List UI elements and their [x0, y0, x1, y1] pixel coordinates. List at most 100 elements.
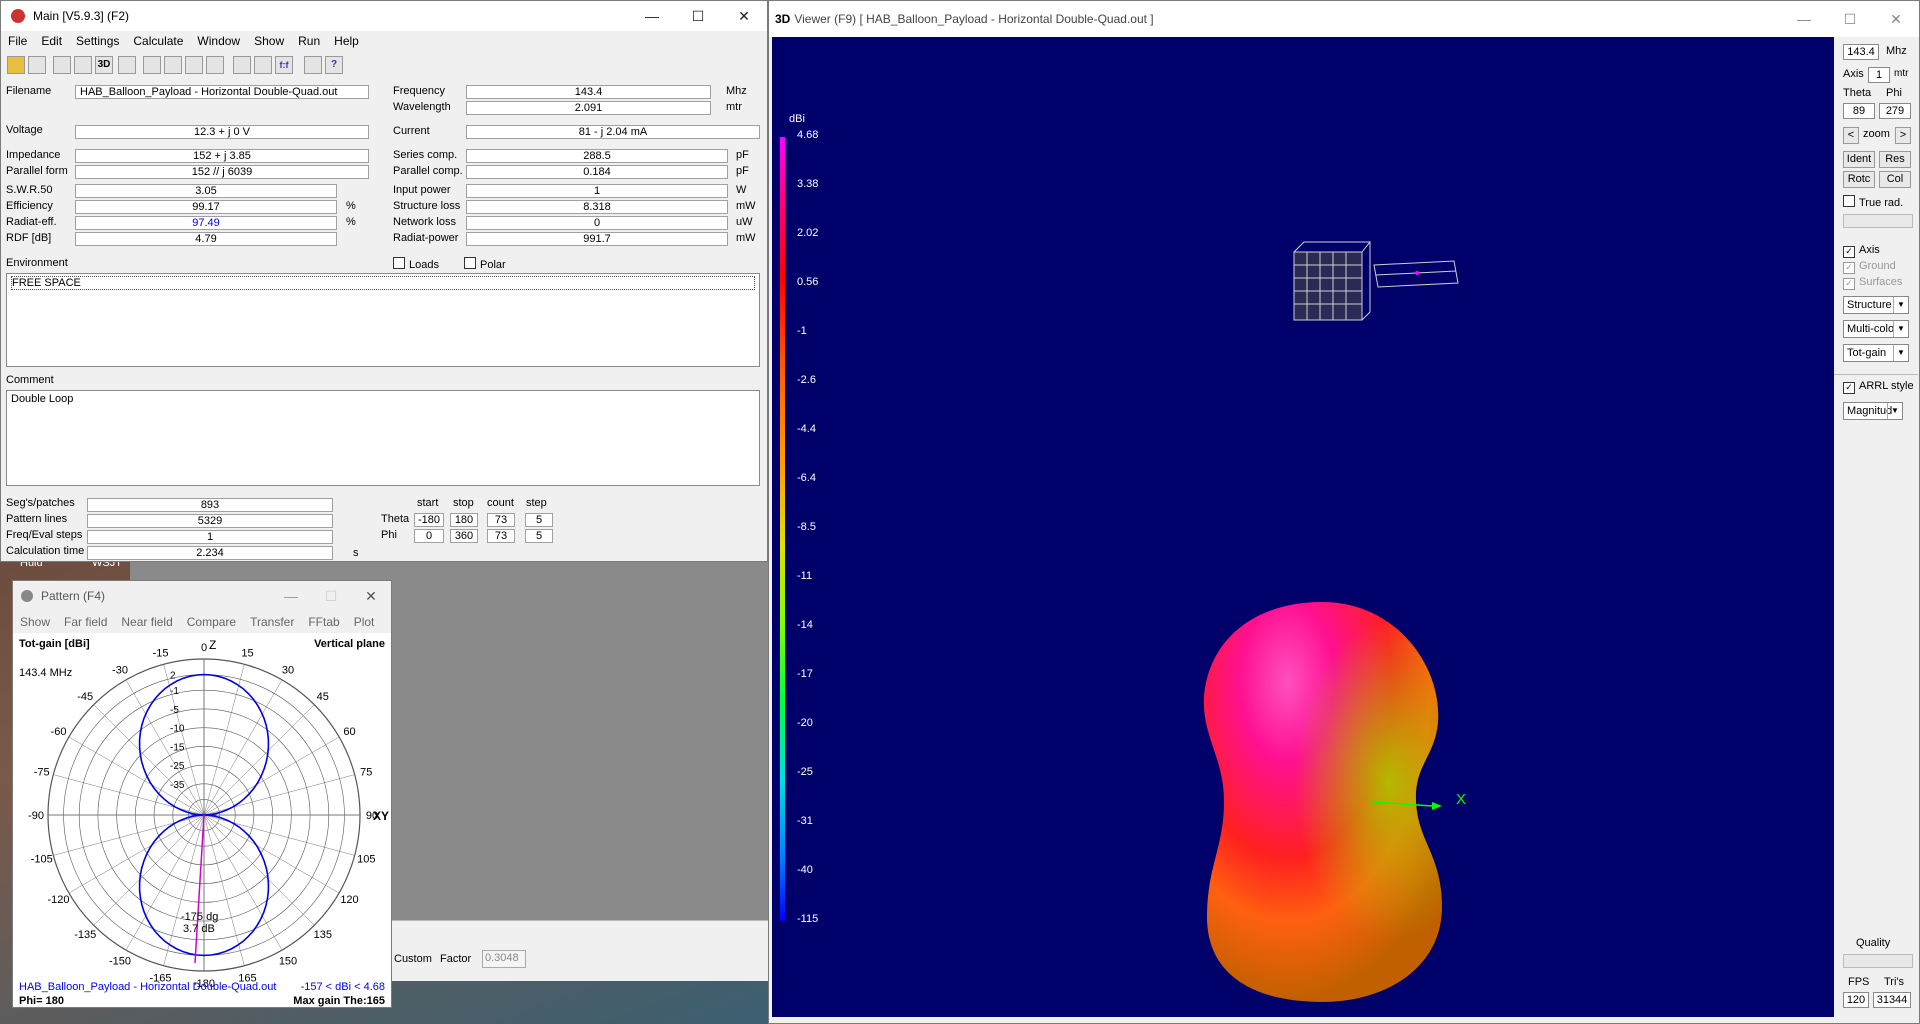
wavelength-field[interactable]: 2.091 — [466, 101, 711, 115]
gain-type-select[interactable]: Tot-gain ▼ — [1843, 344, 1909, 362]
true-rad-checkbox[interactable]: True rad. — [1843, 195, 1903, 209]
segs-field[interactable]: 893 — [87, 498, 333, 512]
help-icon[interactable]: ? — [325, 56, 343, 74]
copy-icon[interactable] — [28, 56, 46, 74]
viewer-close-button[interactable]: ✕ — [1873, 4, 1919, 34]
menu-window[interactable]: Window — [190, 34, 247, 48]
viewer-3d-canvas[interactable]: dBi 4.68 3.38 2.02 0.56 -1 -2.6 -4.4 -6.4 -8.5 -1… — [772, 37, 1834, 1017]
maximize-button[interactable]: ☐ — [675, 1, 721, 31]
frequency-icon[interactable]: f:f — [275, 56, 293, 74]
viewer-minimize-button[interactable]: — — [1781, 4, 1827, 34]
radiation-icon[interactable] — [185, 56, 203, 74]
input-power-field[interactable]: 1 — [466, 184, 728, 198]
phi-start-input[interactable]: 0 — [414, 529, 444, 543]
pattern-menu-near-field[interactable]: Near field — [114, 615, 179, 629]
zoom-out-button[interactable]: < — [1843, 127, 1859, 144]
swr-field[interactable]: 3.05 — [75, 184, 337, 198]
viewer-axis-label: Axis — [1843, 68, 1864, 80]
near-field-icon[interactable] — [164, 56, 182, 74]
edit-geometry-icon[interactable] — [53, 56, 71, 74]
rdf-field[interactable]: 4.79 — [75, 232, 337, 246]
radiat-power-field[interactable]: 991.7 — [466, 232, 728, 246]
pattern-menu-fftab[interactable]: FFtab — [301, 615, 346, 629]
voltage-field[interactable]: 12.3 + j 0 V — [75, 125, 369, 139]
viewer-phi-input[interactable]: 279 — [1879, 103, 1911, 119]
axis-checkbox[interactable]: ✓ Axis — [1843, 244, 1880, 258]
settings-icon[interactable] — [206, 56, 224, 74]
menu-run[interactable]: Run — [291, 34, 327, 48]
calc-time-field[interactable]: 2.234 — [87, 546, 333, 560]
pattern-icon[interactable] — [74, 56, 92, 74]
theta-stop-input[interactable]: 180 — [450, 513, 478, 527]
menu-calculate[interactable]: Calculate — [126, 34, 190, 48]
phi-step-input[interactable]: 5 — [525, 529, 553, 543]
menu-edit[interactable]: Edit — [34, 34, 69, 48]
theta-count-input[interactable]: 73 — [487, 513, 515, 527]
network-loss-field[interactable]: 0 — [466, 216, 728, 230]
frequency-field[interactable]: 143.4 — [466, 85, 711, 99]
minimize-button[interactable]: — — [629, 1, 675, 31]
theta-step-input[interactable]: 5 — [525, 513, 553, 527]
filename-field[interactable]: HAB_Balloon_Payload - Horizontal Double-… — [75, 85, 369, 99]
pattern-menu-plot[interactable]: Plot — [347, 615, 382, 629]
efficiency-field[interactable]: 99.17 — [75, 200, 337, 214]
viewer-theta-input[interactable]: 89 — [1843, 103, 1875, 119]
scale-label: -8.5 — [797, 521, 816, 533]
pattern-menu-far-field[interactable]: Far field — [57, 615, 114, 629]
comment-textarea[interactable]: Double Loop — [6, 390, 760, 486]
arrl-style-checkbox[interactable]: ✓ ARRL style — [1843, 380, 1914, 394]
quality-slider[interactable] — [1843, 954, 1913, 968]
ground-checkbox[interactable]: ✓ Ground — [1843, 260, 1896, 274]
radiat-eff-field[interactable]: 97.49 — [75, 216, 337, 230]
menu-show[interactable]: Show — [247, 34, 291, 48]
res-button[interactable]: Res — [1879, 151, 1911, 168]
viewer-maximize-button[interactable]: ☐ — [1827, 4, 1873, 34]
loads-checkbox[interactable]: Loads — [393, 257, 439, 271]
environment-textarea[interactable]: FREE SPACE — [6, 273, 760, 367]
polar-checkbox[interactable]: Polar — [464, 257, 506, 271]
series-comp-field[interactable]: 288.5 — [466, 149, 728, 163]
parallel-comp-field[interactable]: 0.184 — [466, 165, 728, 179]
current-field[interactable]: 81 - j 2.04 mA — [466, 125, 760, 139]
true-rad-slider[interactable] — [1843, 214, 1913, 228]
pattern-menu-transfer[interactable]: Transfer — [243, 615, 301, 629]
ground-chk-label: Ground — [1859, 260, 1896, 272]
open-file-icon[interactable] — [7, 56, 25, 74]
chart-icon[interactable] — [118, 56, 136, 74]
zoom-in-button[interactable]: > — [1895, 127, 1911, 144]
col-button[interactable]: Col — [1879, 171, 1911, 188]
print-icon[interactable] — [304, 56, 322, 74]
polar-plot[interactable]: 0 153045607590105120135150165-180-165-150… — [13, 633, 391, 1007]
close-button[interactable]: ✕ — [721, 1, 767, 31]
pattern-menu-compare[interactable]: Compare — [180, 615, 243, 629]
freq-steps-field[interactable]: 1 — [87, 530, 333, 544]
pattern-menu-show[interactable]: Show — [13, 615, 57, 629]
impedance-field[interactable]: 152 + j 3.85 — [75, 149, 369, 163]
menu-settings[interactable]: Settings — [69, 34, 126, 48]
structure-select[interactable]: Structure ▼ — [1843, 296, 1909, 314]
calculator-icon[interactable] — [233, 56, 251, 74]
view-3d-icon[interactable]: 3D — [95, 56, 113, 74]
phi-stop-input[interactable]: 360 — [450, 529, 478, 543]
pattern-z-label: Z — [209, 638, 216, 652]
menu-help[interactable]: Help — [327, 34, 366, 48]
parallel-form-field[interactable]: 152 // j 6039 — [75, 165, 369, 179]
viewer-axis-input[interactable]: 1 — [1868, 67, 1890, 83]
factor-input[interactable]: 0.3048 — [482, 950, 526, 968]
pattern-close-button[interactable]: ✕ — [351, 581, 391, 611]
rotc-button[interactable]: Rotc — [1843, 171, 1875, 188]
structure-loss-field[interactable]: 8.318 — [466, 200, 728, 214]
color-mode-select[interactable]: Multi-colo ▼ — [1843, 320, 1909, 338]
surfaces-checkbox[interactable]: ✓ Surfaces — [1843, 276, 1902, 290]
ident-button[interactable]: Ident — [1843, 151, 1875, 168]
magnitude-select[interactable]: Magnitud ▼ — [1843, 402, 1903, 420]
pattern-lines-field[interactable]: 5329 — [87, 514, 333, 528]
pattern-maximize-button[interactable]: ☐ — [311, 581, 351, 611]
smith-chart-icon[interactable] — [143, 56, 161, 74]
theta-start-input[interactable]: -180 — [414, 513, 444, 527]
pattern-minimize-button[interactable]: — — [271, 581, 311, 611]
table-icon[interactable] — [254, 56, 272, 74]
menu-file[interactable]: File — [1, 34, 34, 48]
viewer-freq-input[interactable]: 143.4 — [1843, 44, 1879, 60]
phi-count-input[interactable]: 73 — [487, 529, 515, 543]
